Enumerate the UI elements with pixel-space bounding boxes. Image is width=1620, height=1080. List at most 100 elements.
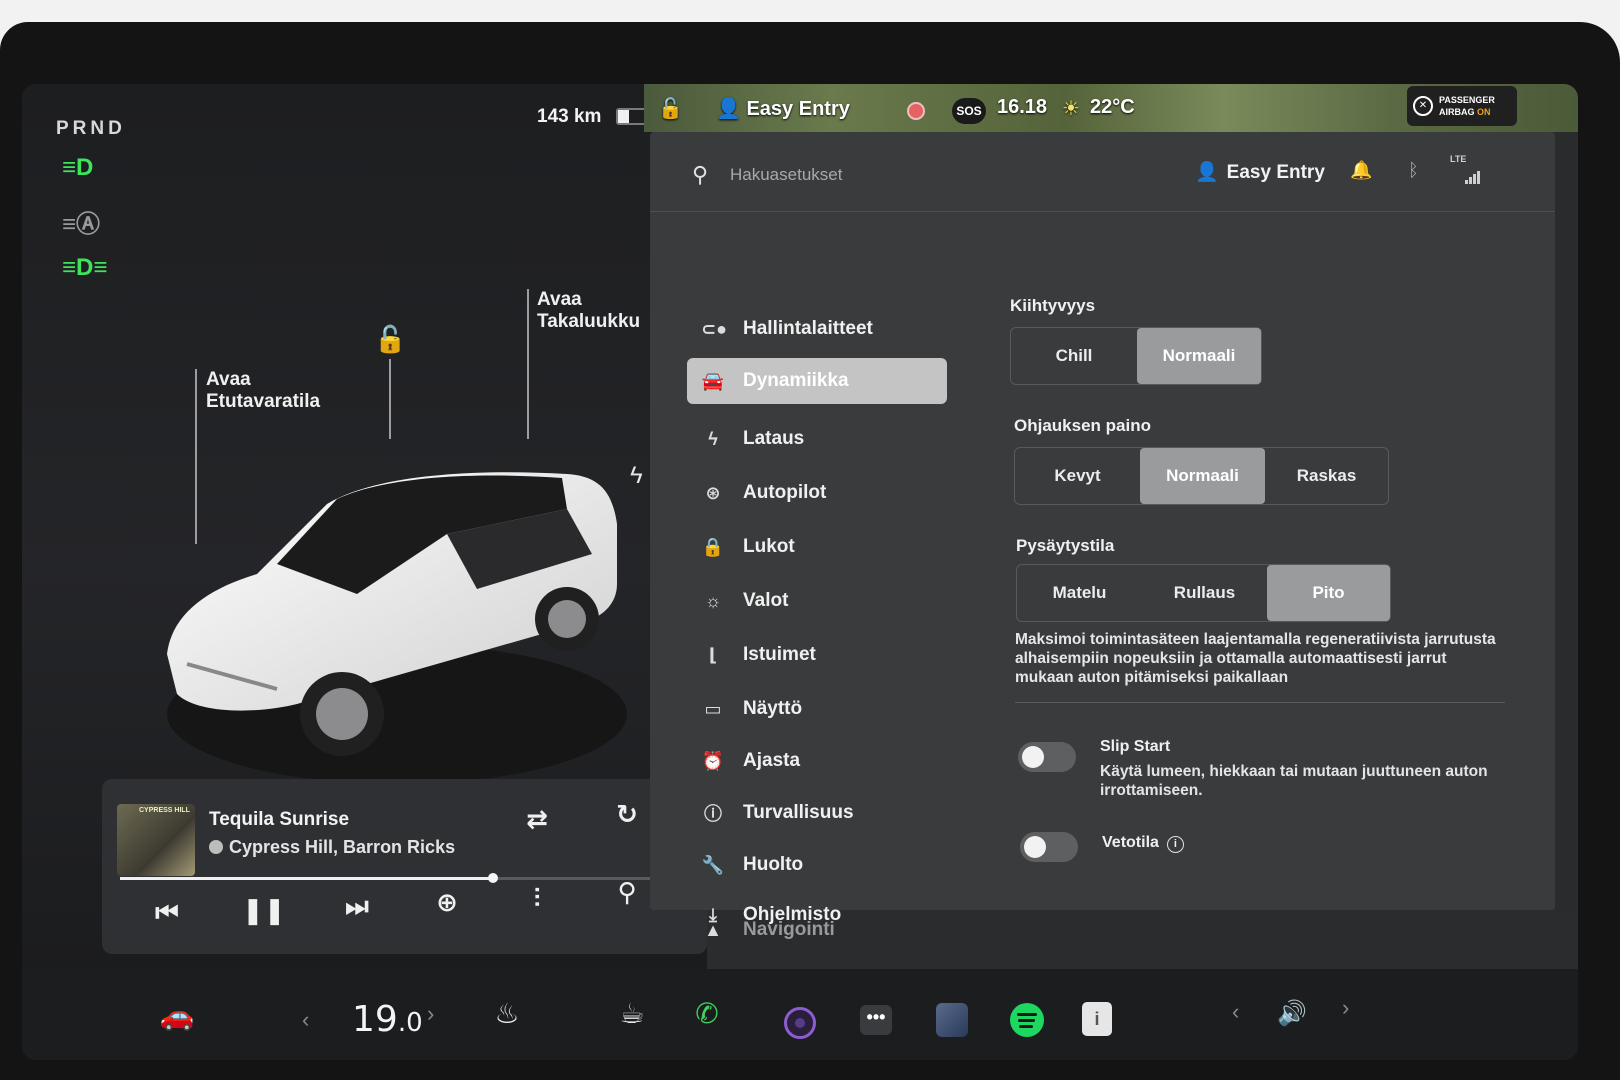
outside-temperature: 22°C	[1090, 96, 1135, 118]
repeat-icon[interactable]: ↻	[607, 799, 647, 830]
slip-start-toggle[interactable]	[1018, 742, 1076, 772]
stopping-mode-label: Pysäytystila	[1016, 536, 1115, 555]
settings-header: ⚲ 👤 Easy Entry 🔔 ᛒ LTE	[650, 132, 1555, 212]
airbag-label-line1: PASSENGER	[1439, 95, 1495, 105]
nav-item-huolto[interactable]: 🔧 Huolto	[687, 842, 947, 888]
steering-option-normaali[interactable]: Normaali	[1140, 448, 1265, 504]
nav-item-label: Autopilot	[743, 482, 827, 503]
sos-button[interactable]: SOS	[952, 98, 986, 124]
media-search-icon[interactable]: ⚲	[607, 877, 647, 908]
nav-item-autopilot[interactable]: ⊛ Autopilot	[687, 470, 947, 516]
traction-mode-title: Vetotila	[1102, 834, 1159, 851]
lock-icon: 🔒	[701, 536, 725, 557]
touchscreen: PRND ≡D ≡Ⓐ ≡D≡ 143 km Avaa Etutavaratila…	[22, 84, 1578, 1060]
nav-item-turvallisuus[interactable]: ⓘ Turvallisuus	[687, 790, 947, 836]
shuffle-icon[interactable]: ⇄	[517, 804, 557, 835]
temp-down-chevron-icon[interactable]: ‹	[302, 1007, 309, 1033]
spotify-source-icon	[209, 840, 223, 854]
album-art-text: CYPRESS HILL	[139, 807, 190, 814]
passenger-airbag-indicator: ✕ PASSENGER AIRBAG ON	[1407, 86, 1517, 126]
media-player: CYPRESS HILL Tequila Sunrise Cypress Hil…	[102, 779, 707, 954]
stopping-mode-description: Maksimoi toimintasäteen laajentamalla re…	[1015, 631, 1496, 686]
search-icon[interactable]: ⚲	[692, 162, 708, 188]
volume-down-chevron-icon[interactable]: ‹	[1232, 999, 1239, 1025]
nav-item-hallintalaitteet[interactable]: ⊂● Hallintalaitteet	[687, 306, 947, 352]
next-track-icon[interactable]: ⏭	[337, 891, 377, 923]
airbag-label-line2: AIRBAG ON	[1439, 107, 1491, 117]
slip-start-title: Slip Start	[1100, 738, 1171, 755]
temp-up-chevron-icon[interactable]: ›	[427, 1001, 434, 1027]
volume-up-chevron-icon[interactable]: ›	[1342, 995, 1349, 1021]
steering-option-kevyt[interactable]: Kevyt	[1015, 448, 1140, 504]
nav-item-lataus[interactable]: ϟ Lataus	[687, 416, 947, 462]
device-bezel: PRND ≡D ≡Ⓐ ≡D≡ 143 km Avaa Etutavaratila…	[0, 22, 1620, 1080]
profile-icon: 👤	[1195, 162, 1219, 183]
phone-icon[interactable]: ✆	[687, 997, 727, 1030]
right-edge-strip	[1555, 132, 1578, 910]
trunk-open-button[interactable]: Avaa Takaluukku	[537, 289, 640, 333]
album-art[interactable]: CYPRESS HILL	[117, 804, 195, 876]
stopping-option-matelu[interactable]: Matelu	[1017, 565, 1142, 621]
song-artist-label: Cypress Hill, Barron Ricks	[229, 837, 456, 857]
more-apps-icon[interactable]: •••	[860, 1005, 892, 1035]
nav-item-label: Ajasta	[743, 750, 801, 771]
stopping-option-pito[interactable]: Pito	[1267, 565, 1390, 621]
add-favorite-icon[interactable]: ⊕	[427, 887, 467, 918]
nav-item-navigointi-visible[interactable]: ▲ Navigointi	[687, 910, 947, 950]
cabin-temperature[interactable]: 19.0	[352, 999, 423, 1040]
nav-item-naytto[interactable]: ▭ Näyttö	[687, 686, 947, 732]
settings-profile-button[interactable]: 👤 Easy Entry	[1195, 160, 1325, 184]
pause-icon[interactable]: ❚❚	[242, 895, 286, 926]
volume-icon[interactable]: 🔊	[1277, 999, 1307, 1028]
stopping-option-rullaus[interactable]: Rullaus	[1142, 565, 1267, 621]
seat-heater-icon[interactable]: ♨	[487, 997, 527, 1030]
nav-item-istuimet[interactable]: ⌊ Istuimet	[687, 632, 947, 678]
acceleration-option-chill[interactable]: Chill	[1011, 328, 1137, 384]
camera-icon[interactable]	[784, 1007, 816, 1039]
nav-item-label: Turvallisuus	[743, 802, 854, 823]
range-readout: 143 km	[537, 106, 602, 127]
sun-icon: ☀	[1062, 98, 1080, 120]
settings-search-input[interactable]	[730, 162, 1110, 188]
airbag-label: AIRBAG	[1439, 107, 1475, 117]
clock: 16.18	[997, 96, 1048, 118]
song-progress-bar[interactable]	[120, 873, 680, 883]
nav-item-label: Huolto	[743, 854, 804, 875]
steering-option-raskas[interactable]: Raskas	[1265, 448, 1388, 504]
wrench-icon: 🔧	[701, 854, 725, 875]
gear-selector[interactable]: PRND	[56, 118, 126, 140]
toggle-icon: ⊂●	[701, 318, 727, 339]
nav-item-valot[interactable]: ☼ Valot	[687, 578, 947, 624]
equalizer-icon[interactable]: ⫶	[517, 883, 557, 915]
nav-item-ajasta[interactable]: ⏰ Ajasta	[687, 738, 947, 784]
temperature-whole: 19	[352, 999, 398, 1040]
unlocked-icon[interactable]: 🔓	[658, 96, 683, 121]
traction-mode-toggle[interactable]	[1020, 832, 1078, 862]
manual-icon[interactable]: i	[1082, 1002, 1112, 1036]
notification-bell-icon[interactable]: 🔔	[1350, 160, 1372, 181]
spotify-icon[interactable]	[1010, 1003, 1044, 1037]
frunk-open-button[interactable]: Avaa Etutavaratila	[206, 369, 320, 413]
steering-mode-label: Ohjauksen paino	[1014, 416, 1151, 435]
dashcam-record-icon[interactable]	[907, 102, 925, 120]
bluetooth-icon[interactable]: ᛒ	[1408, 160, 1419, 181]
acceleration-option-normaali[interactable]: Normaali	[1137, 328, 1261, 384]
nav-item-lukot[interactable]: 🔒 Lukot	[687, 524, 947, 570]
nav-item-dynamiikka[interactable]: 🚘 Dynamiikka	[687, 358, 947, 404]
info-icon[interactable]: i	[1166, 836, 1184, 853]
previous-track-icon[interactable]: ⏮	[147, 897, 187, 929]
stopping-mode-selector: Matelu Rullaus Pito	[1016, 564, 1391, 622]
car-icon[interactable]: 🚗	[157, 999, 197, 1032]
steering-heater-icon[interactable]: ☕	[612, 997, 652, 1030]
driver-profile[interactable]: 👤 Easy Entry	[716, 96, 850, 121]
display-icon: ▭	[704, 698, 722, 719]
song-title: Tequila Sunrise	[209, 809, 350, 830]
unlock-icon[interactable]: 🔓	[374, 324, 406, 355]
trunk-label-line2: Takaluukku	[537, 311, 641, 332]
navigation-app-icon[interactable]	[936, 1003, 968, 1037]
song-artist: Cypress Hill, Barron Ricks	[209, 837, 455, 858]
profile-icon: 👤	[716, 98, 747, 120]
seat-icon: ⌊	[708, 644, 718, 665]
section-divider	[1015, 702, 1505, 703]
temperature-decimal: .0	[397, 1008, 423, 1038]
